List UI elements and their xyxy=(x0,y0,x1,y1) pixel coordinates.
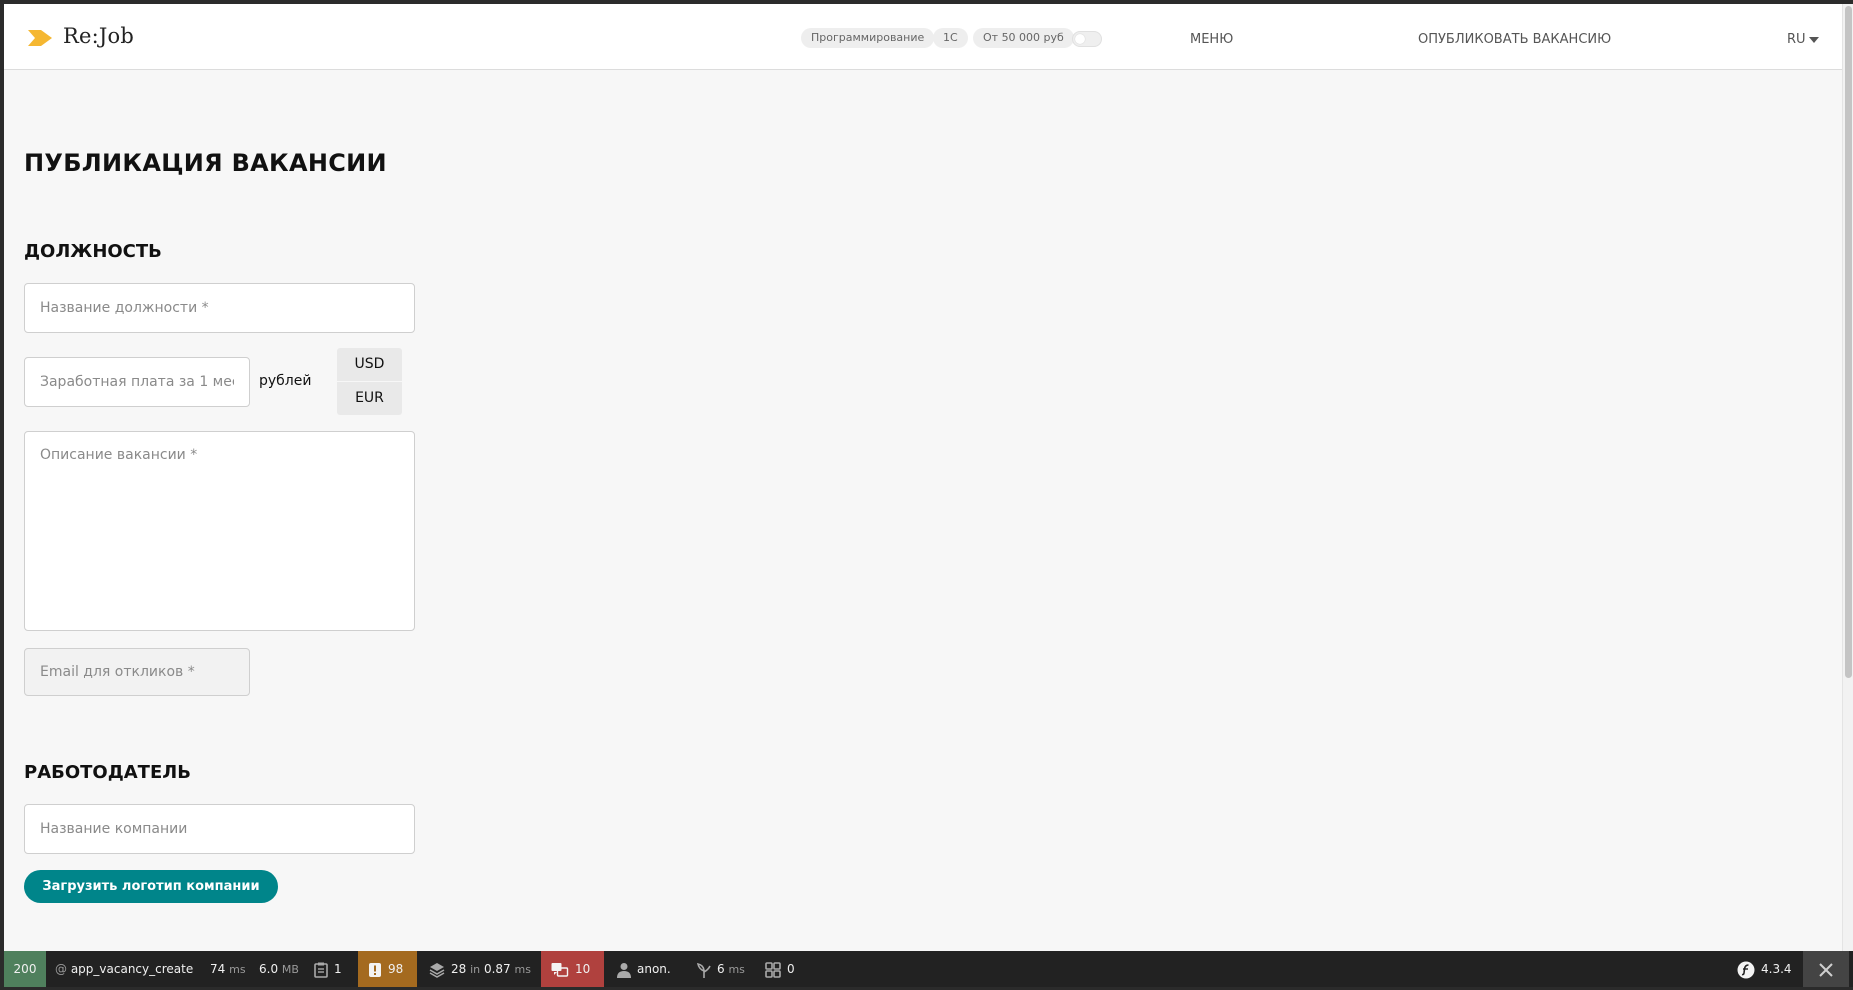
twig-panel[interactable]: 0 xyxy=(765,951,795,987)
user-icon xyxy=(617,962,631,978)
db-query-count: 28 xyxy=(451,962,467,976)
logs-count: 1 xyxy=(334,962,342,976)
user-name: anon. xyxy=(637,962,671,976)
currency-rub-option[interactable]: рублей xyxy=(259,373,311,389)
section-title-position: ДОЛЖНОСТЬ xyxy=(24,241,162,262)
warning-icon xyxy=(369,962,381,977)
logo-text[interactable]: Re:Job xyxy=(63,24,134,48)
translation-icon xyxy=(551,962,569,977)
status-code-badge[interactable]: 200 xyxy=(4,951,46,987)
db-time: 0.87 xyxy=(483,962,511,976)
toggle-knob xyxy=(1075,34,1085,44)
db-in-label: in xyxy=(470,963,481,976)
events-time: 6 xyxy=(717,962,725,976)
request-time[interactable]: 74 ms xyxy=(210,951,246,987)
security-panel[interactable]: anon. xyxy=(617,951,671,987)
close-icon xyxy=(1819,962,1833,977)
upload-logo-button[interactable]: Загрузить логотип компании xyxy=(24,870,278,903)
symfony-version[interactable]: 4.3.4 xyxy=(1737,951,1792,987)
twig-count: 0 xyxy=(787,962,795,976)
position-title-input[interactable] xyxy=(24,283,415,333)
memory-unit: MB xyxy=(281,963,299,976)
route-info[interactable]: @ app_vacancy_create xyxy=(55,951,193,987)
caret-down-icon[interactable] xyxy=(1809,37,1819,43)
debug-toolbar: 200 @ app_vacancy_create 74 ms 6.0 MB 1 … xyxy=(4,951,1853,987)
leaf-icon xyxy=(696,962,711,978)
events-panel[interactable]: 6 ms xyxy=(696,951,745,987)
section-title-employer: РАБОТОДАТЕЛЬ xyxy=(24,762,191,783)
company-name-input[interactable] xyxy=(24,804,415,854)
time-value: 74 xyxy=(210,962,226,976)
version-number: 4.3.4 xyxy=(1761,962,1792,976)
time-unit: ms xyxy=(229,963,246,976)
database-panel[interactable]: 28 in 0.87 ms xyxy=(429,951,531,987)
language-selector[interactable]: RU xyxy=(1787,32,1806,47)
memory-usage[interactable]: 6.0 MB xyxy=(259,951,299,987)
filter-toggle[interactable] xyxy=(1072,31,1102,47)
browser-viewport: Re:Job Программирование 1С От 50 000 руб… xyxy=(4,4,1842,951)
route-prefix: @ xyxy=(55,962,67,976)
nav-menu-link[interactable]: МЕНЮ xyxy=(1190,32,1233,47)
symfony-logo-icon xyxy=(1737,961,1755,978)
translations-panel[interactable]: 10 xyxy=(541,951,604,987)
memory-value: 6.0 xyxy=(259,962,279,976)
route-name: app_vacancy_create xyxy=(70,962,194,976)
close-toolbar-button[interactable] xyxy=(1803,951,1849,987)
db-time-unit: ms xyxy=(514,963,531,976)
email-input[interactable] xyxy=(24,648,250,696)
filter-chip-category[interactable]: Программирование xyxy=(801,28,935,48)
site-header: Re:Job Программирование 1С От 50 000 руб… xyxy=(4,4,1842,70)
database-layers-icon xyxy=(429,962,445,978)
clipboard-icon xyxy=(314,962,328,978)
translations-count: 10 xyxy=(575,962,591,976)
salary-input[interactable] xyxy=(24,357,250,407)
warnings-count: 98 xyxy=(388,962,404,976)
page-title: ПУБЛИКАЦИЯ ВАКАНСИИ xyxy=(24,149,387,177)
logo-arrow-icon xyxy=(28,30,52,46)
page-scrollbar[interactable] xyxy=(1842,4,1853,951)
logs-panel[interactable]: 1 xyxy=(314,951,342,987)
filter-chip-tech[interactable]: 1С xyxy=(933,28,968,48)
events-unit: ms xyxy=(728,963,745,976)
currency-eur-button[interactable]: EUR xyxy=(337,382,402,415)
scrollbar-thumb[interactable] xyxy=(1845,6,1852,678)
grid-icon xyxy=(765,961,781,978)
warnings-panel[interactable]: 98 xyxy=(358,951,417,987)
filter-chip-salary[interactable]: От 50 000 руб xyxy=(973,28,1074,48)
description-textarea[interactable] xyxy=(24,431,415,631)
nav-publish-link[interactable]: ОПУБЛИКОВАТЬ ВАКАНСИЮ xyxy=(1418,32,1611,47)
currency-usd-button[interactable]: USD xyxy=(337,348,402,381)
